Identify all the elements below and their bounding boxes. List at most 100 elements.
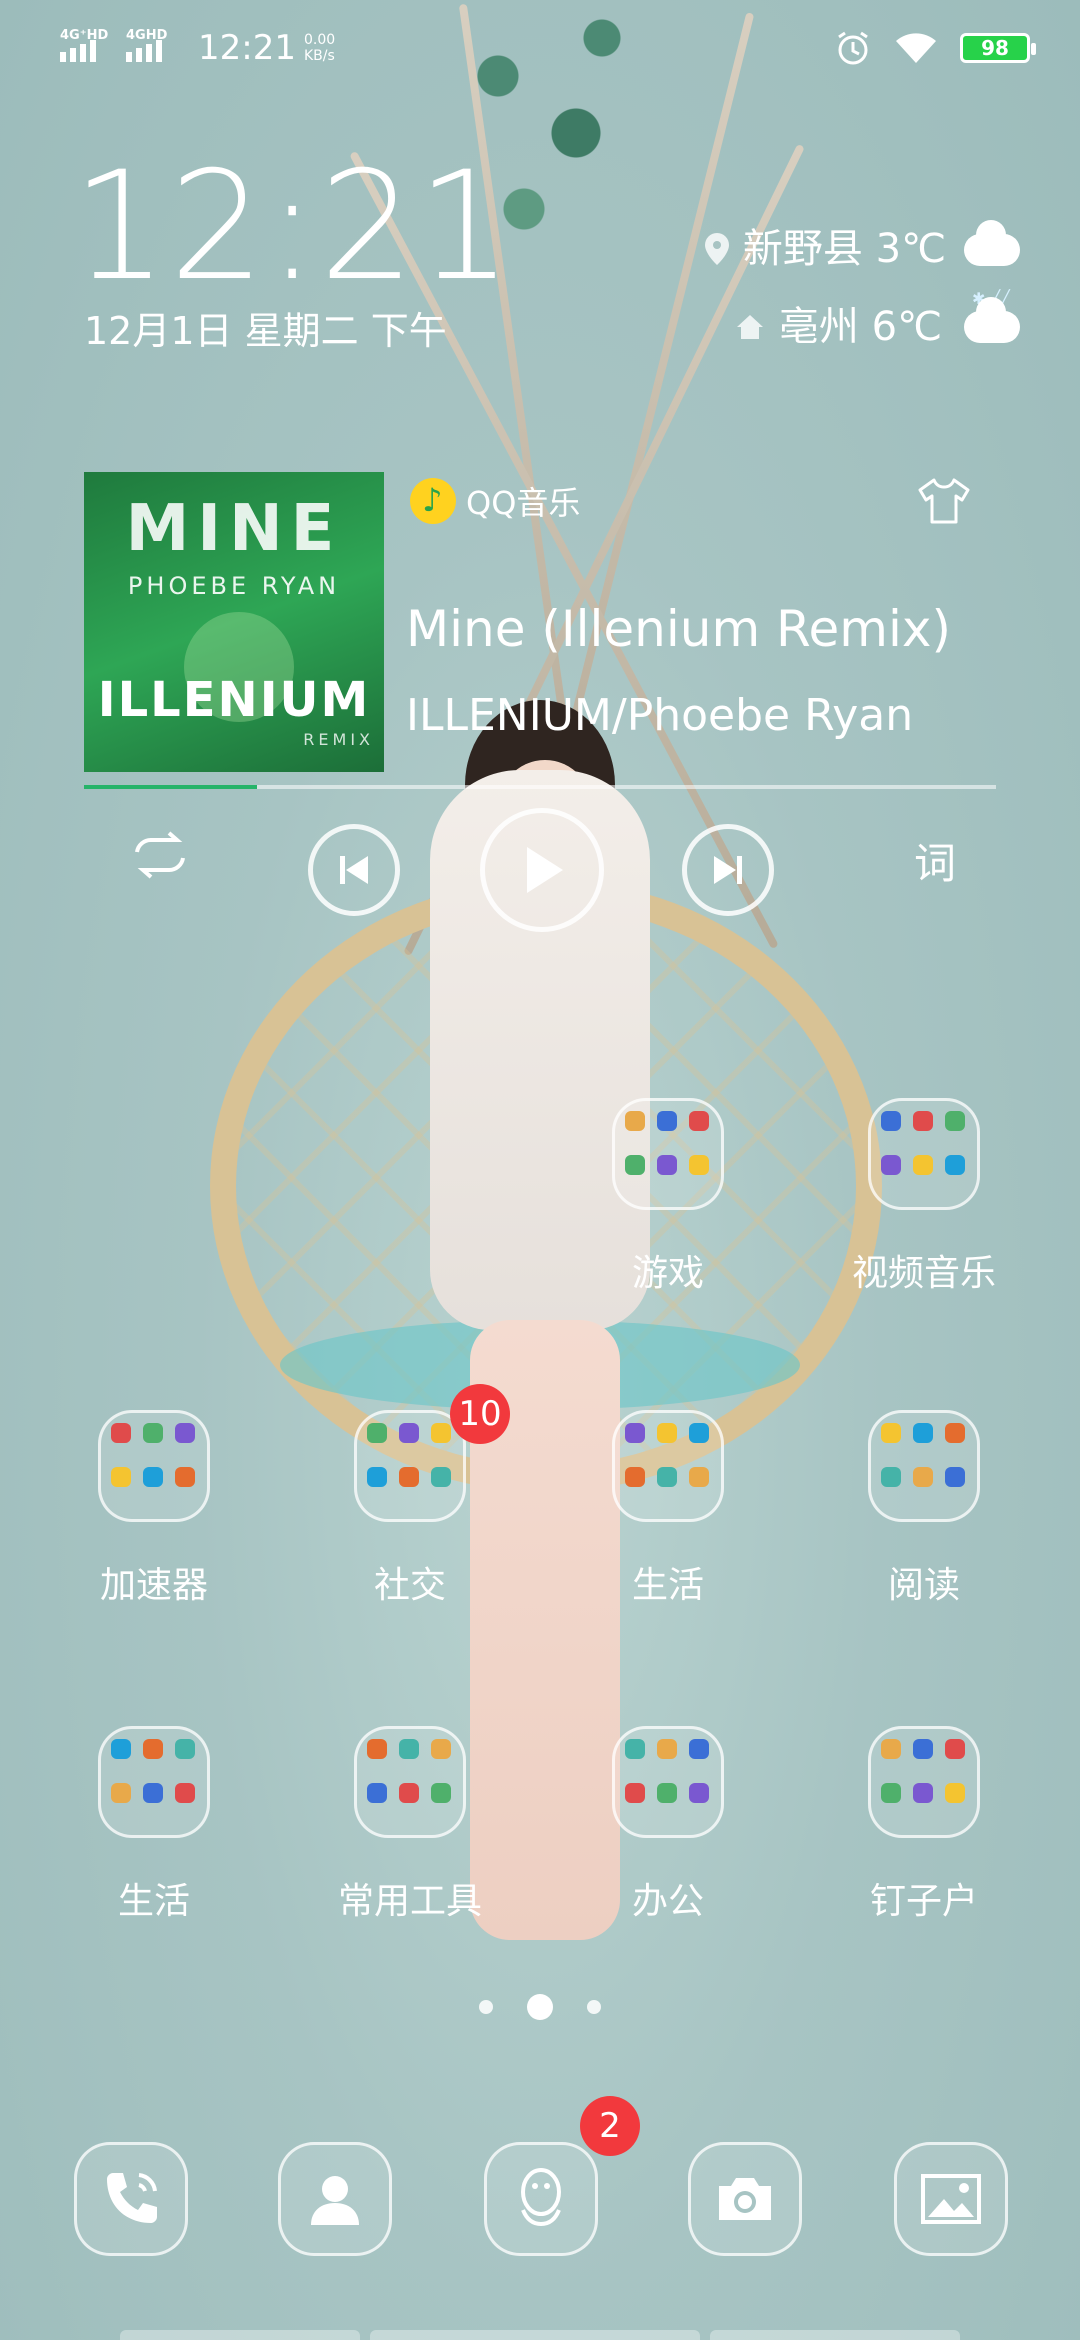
next-icon	[714, 856, 742, 884]
battery-level: 98	[981, 36, 1009, 60]
play-button[interactable]	[480, 808, 604, 932]
folder-app-icon	[143, 1423, 163, 1443]
folder-app-icon	[913, 1155, 933, 1175]
folder-6[interactable]	[98, 1726, 210, 1838]
song-artist[interactable]: ILLENIUM/Phoebe Ryan	[406, 690, 913, 741]
cloud-icon	[964, 297, 1020, 343]
signal-sim1: 4G⁺HD	[60, 28, 114, 68]
folder-label[interactable]: 社交	[300, 1556, 520, 1608]
folder-2[interactable]	[98, 1410, 210, 1522]
page-dot[interactable]	[587, 2000, 601, 2014]
album-art-remixer: ILLENIUM	[97, 672, 371, 728]
dock-camera[interactable]	[688, 2142, 802, 2256]
sleet-cloud-icon: ✱ ╱╱	[960, 220, 1020, 308]
folder-app-icon	[881, 1155, 901, 1175]
folder-app-icon	[945, 1111, 965, 1131]
folder-app-icon	[367, 1739, 387, 1759]
folder-label[interactable]: 加速器	[44, 1556, 264, 1608]
network-speed-unit: KB/s	[303, 48, 335, 64]
folder-app-icon	[657, 1783, 677, 1803]
folder-app-icon	[143, 1739, 163, 1759]
folder-app-icon	[625, 1739, 645, 1759]
folder-app-icon	[111, 1783, 131, 1803]
album-art[interactable]: MINE PHOEBE RYAN ILLENIUM REMIX	[84, 472, 384, 772]
clock-widget-time[interactable]: 12:21	[72, 140, 514, 314]
folder-label[interactable]: 视频音乐	[814, 1244, 1034, 1296]
dock-qq[interactable]	[484, 2142, 598, 2256]
folder-5[interactable]	[868, 1410, 980, 1522]
folder-app-icon	[399, 1739, 419, 1759]
folder-app-icon	[111, 1739, 131, 1759]
camera-icon	[719, 2178, 771, 2220]
folder-app-icon	[657, 1111, 677, 1131]
folder-1[interactable]	[868, 1098, 980, 1210]
folder-app-icon	[945, 1739, 965, 1759]
folder-app-icon	[881, 1739, 901, 1759]
wifi-icon	[896, 33, 936, 63]
weather-row-current[interactable]: 新野县 3℃ ✱ ╱╱	[704, 210, 1020, 308]
folder-app-icon	[175, 1783, 195, 1803]
previous-button[interactable]	[308, 824, 400, 916]
album-art-artist: PHOEBE RYAN	[127, 572, 341, 600]
folder-app-icon	[881, 1467, 901, 1487]
status-bar: 4G⁺HD 4GHD 12:21 0.00 KB/s 98	[60, 18, 1036, 78]
status-time: 12:21	[198, 28, 296, 68]
folder-notification-badge: 10	[450, 1384, 510, 1444]
album-art-remix: REMIX	[303, 730, 374, 749]
folder-app-icon	[657, 1739, 677, 1759]
signal-sim2: 4GHD	[126, 28, 180, 68]
folder-8[interactable]	[612, 1726, 724, 1838]
page-dot-active[interactable]	[527, 1994, 553, 2020]
weather-widget[interactable]: 新野县 3℃ ✱ ╱╱ 亳州 6℃	[704, 210, 1020, 366]
dock-phone[interactable]	[74, 2142, 188, 2256]
music-progress-fill	[84, 785, 258, 789]
folder-app-icon	[625, 1783, 645, 1803]
skin-theme-icon[interactable]	[916, 476, 972, 526]
lyrics-button[interactable]: 词	[900, 815, 970, 905]
folder-7[interactable]	[354, 1726, 466, 1838]
folder-app-icon	[399, 1783, 419, 1803]
folder-label[interactable]: 常用工具	[300, 1872, 520, 1924]
folder-app-icon	[367, 1783, 387, 1803]
folder-0[interactable]	[612, 1098, 724, 1210]
folder-label[interactable]: 办公	[558, 1872, 778, 1924]
clock-widget-date[interactable]: 12月1日 星期二 下午	[84, 300, 447, 355]
folder-label[interactable]: 阅读	[814, 1556, 1034, 1608]
folder-app-icon	[945, 1467, 965, 1487]
folder-app-icon	[913, 1111, 933, 1131]
dock-gallery[interactable]	[894, 2142, 1008, 2256]
qq-music-logo[interactable]: QQ音乐	[410, 478, 580, 524]
folder-label[interactable]: 生活	[44, 1872, 264, 1924]
music-progress-bar[interactable]	[84, 785, 996, 789]
folder-label[interactable]: 游戏	[558, 1244, 778, 1296]
folder-app-icon	[689, 1467, 709, 1487]
folder-3[interactable]	[354, 1410, 466, 1522]
song-title[interactable]: Mine (Illenium Remix)	[406, 600, 951, 658]
next-button[interactable]	[682, 824, 774, 916]
folder-app-icon	[111, 1467, 131, 1487]
play-icon	[527, 847, 563, 893]
page-indicator[interactable]	[0, 1994, 1080, 2020]
folder-app-icon	[913, 1739, 933, 1759]
folder-app-icon	[881, 1783, 901, 1803]
folder-app-icon	[431, 1783, 451, 1803]
repeat-icon	[135, 831, 185, 879]
repeat-button[interactable]	[120, 815, 200, 895]
folder-9[interactable]	[868, 1726, 980, 1838]
nav-hint-bar	[120, 2330, 360, 2340]
folder-app-icon	[625, 1111, 645, 1131]
qq-penguin-icon	[521, 2168, 561, 2227]
folder-app-icon	[431, 1467, 451, 1487]
wallpaper-swing	[210, 880, 882, 1492]
dock-contacts[interactable]	[278, 2142, 392, 2256]
folder-app-icon	[111, 1423, 131, 1443]
folder-label[interactable]: 钉子户	[814, 1872, 1034, 1924]
network-speed-value: 0.00	[303, 32, 336, 48]
folder-app-icon	[143, 1467, 163, 1487]
folder-app-icon	[657, 1155, 677, 1175]
folder-4[interactable]	[612, 1410, 724, 1522]
qq-music-icon	[410, 478, 456, 524]
folder-app-icon	[625, 1423, 645, 1443]
folder-label[interactable]: 生活	[558, 1556, 778, 1608]
page-dot[interactable]	[479, 2000, 493, 2014]
